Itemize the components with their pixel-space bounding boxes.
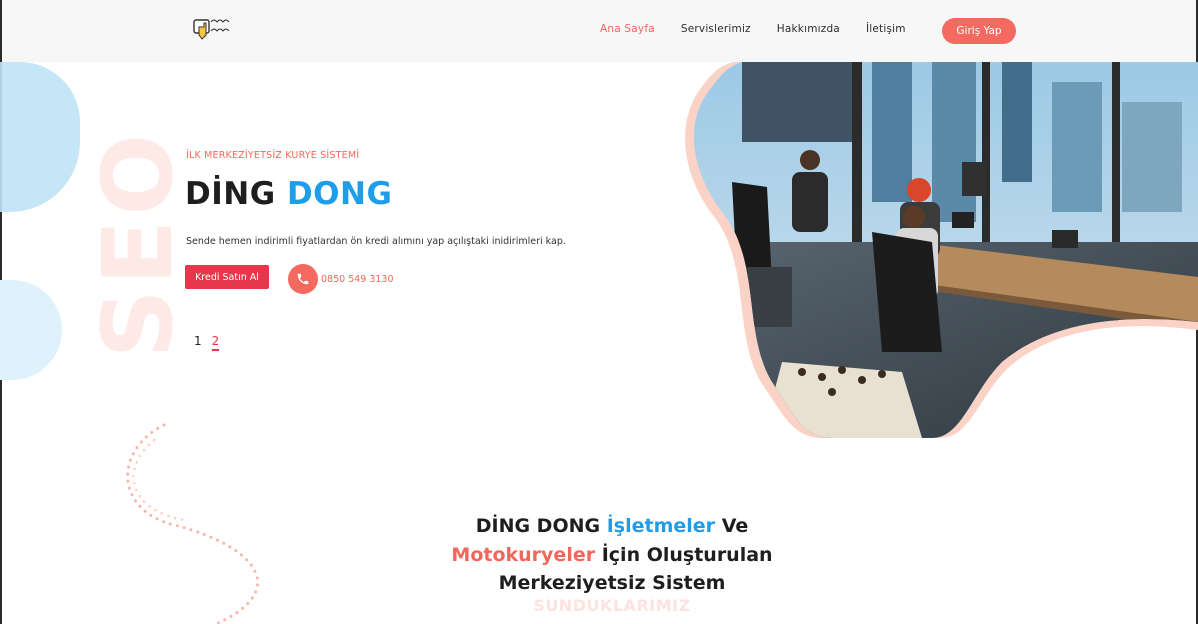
phone-icon[interactable] bbox=[288, 264, 318, 294]
nav-link-about[interactable]: Hakkımızda bbox=[777, 23, 840, 35]
section-heading-created-for: İçin Oluşturulan bbox=[601, 543, 773, 566]
decor-blob-blue-small bbox=[0, 280, 62, 380]
nav-link-services[interactable]: Servislerimiz bbox=[681, 23, 751, 35]
hero-office-image bbox=[685, 62, 1198, 438]
section-heading-businesses: İşletmeler bbox=[606, 515, 716, 537]
hero-title-part2: DONG bbox=[286, 176, 393, 212]
section-heading-and: Ve bbox=[721, 515, 749, 537]
section-subheading: SUNDUKLARIMIZ bbox=[533, 596, 691, 615]
section-heading-line1: DİNG DONG İşletmeler Ve bbox=[382, 512, 842, 541]
slider-pager: 1 2 bbox=[194, 334, 220, 351]
pager-item-1[interactable]: 1 bbox=[194, 334, 202, 351]
navbar: Ana Sayfa Servislerimiz Hakkımızda İleti… bbox=[2, 0, 1196, 62]
section-heading-line3: Merkeziyetsiz Sistem bbox=[498, 572, 726, 594]
nav-links: Ana Sayfa Servislerimiz Hakkımızda İleti… bbox=[600, 23, 932, 35]
decor-dotted-curve bbox=[126, 423, 260, 624]
login-button[interactable]: Giriş Yap bbox=[942, 18, 1016, 44]
seo-watermark: SEO bbox=[82, 130, 194, 359]
nav-link-contact[interactable]: İletişim bbox=[866, 23, 906, 35]
logo-icon[interactable] bbox=[191, 15, 237, 45]
section-heading-brand: DİNG DONG bbox=[475, 515, 601, 537]
hero-title-part1: DİNG bbox=[185, 176, 276, 212]
buy-credit-button[interactable]: Kredi Satın Al bbox=[185, 265, 269, 289]
hero-description: Sende hemen indirimli fiyatlardan ön kre… bbox=[186, 236, 566, 247]
decor-blob-blue bbox=[0, 62, 80, 212]
section-heading-couriers: Motokuryeler bbox=[451, 543, 596, 566]
pager-item-2[interactable]: 2 bbox=[211, 334, 220, 351]
hero-subtitle: İLK MERKEZİYETSİZ KURYE SİSTEMİ bbox=[186, 150, 360, 161]
phone-number[interactable]: 0850 549 3130 bbox=[321, 274, 394, 285]
section-heading-line2: Motokuryeler İçin Oluşturulan bbox=[382, 541, 842, 570]
hero-title: DİNG DONG bbox=[185, 176, 392, 212]
section-heading: DİNG DONG İşletmeler Ve Motokuryeler İçi… bbox=[382, 512, 842, 598]
nav-link-home[interactable]: Ana Sayfa bbox=[600, 23, 655, 35]
